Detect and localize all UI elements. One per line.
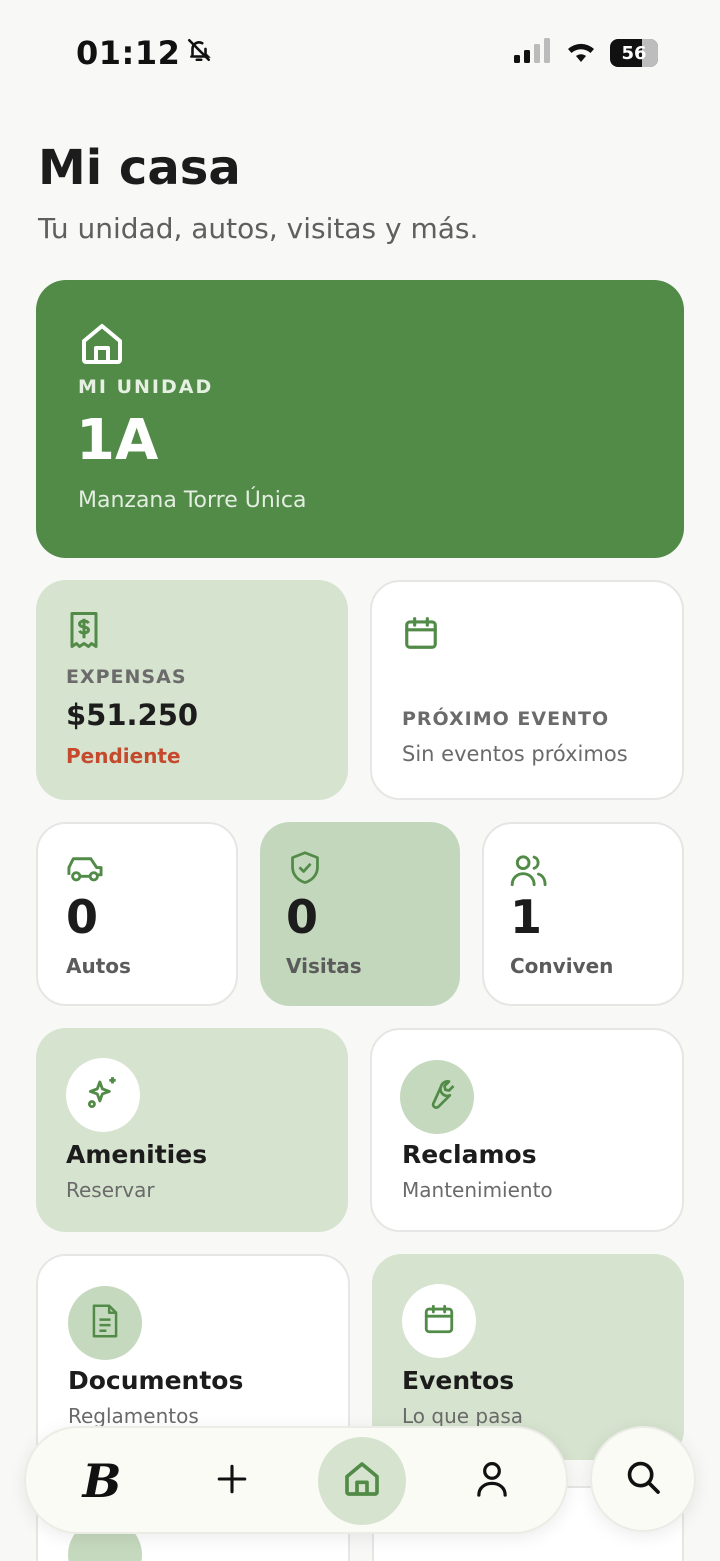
amenities-tile[interactable]: Amenities Reservar: [36, 1028, 348, 1232]
calendar-icon: [402, 614, 440, 656]
visitas-label: Visitas: [286, 954, 362, 978]
conviven-count: 1: [510, 890, 543, 944]
documentos-icon-circle: [68, 1286, 142, 1360]
search-icon: [624, 1458, 662, 1500]
amenities-icon-circle: [66, 1058, 140, 1132]
user-icon: [474, 1460, 510, 1502]
reclamos-tile[interactable]: Reclamos Mantenimiento: [370, 1028, 684, 1232]
shield-check-icon: [288, 850, 322, 890]
bell-off-icon: [186, 34, 212, 72]
unit-number: 1A: [76, 408, 159, 473]
reclamos-subtitle: Mantenimiento: [402, 1178, 553, 1202]
page-subtitle: Tu unidad, autos, visitas y más.: [38, 212, 479, 245]
status-bar-time: 01:12: [76, 34, 212, 72]
eventos-icon-circle: [402, 1284, 476, 1358]
unit-label: MI UNIDAD: [78, 376, 214, 398]
next-event-value: Sin eventos próximos: [402, 742, 628, 766]
wrench-icon: [419, 1077, 455, 1117]
eventos-title: Eventos: [402, 1366, 515, 1395]
receipt-icon: [66, 610, 102, 654]
unit-card[interactable]: MI UNIDAD 1A Manzana Torre Única: [36, 280, 684, 558]
reclamos-title: Reclamos: [402, 1140, 537, 1169]
car-icon: [66, 854, 104, 888]
visitas-card[interactable]: 0 Visitas: [260, 822, 460, 1006]
search-button[interactable]: [590, 1426, 696, 1532]
conviven-card[interactable]: 1 Conviven: [482, 822, 684, 1006]
expensas-amount: $51.250: [66, 698, 199, 732]
sparkles-icon: [84, 1074, 122, 1116]
documentos-title: Documentos: [68, 1366, 244, 1395]
expensas-label: EXPENSAS: [66, 666, 187, 688]
signal-icon: [512, 38, 552, 68]
status-indicators: 56: [512, 38, 658, 68]
amenities-subtitle: Reservar: [66, 1178, 155, 1202]
home-icon: [342, 1459, 382, 1503]
autos-count: 0: [66, 890, 99, 944]
nav-logo-button[interactable]: B: [58, 1437, 146, 1525]
next-event-card[interactable]: PRÓXIMO EVENTO Sin eventos próximos: [370, 580, 684, 800]
expensas-card[interactable]: EXPENSAS $51.250 Pendiente: [36, 580, 348, 800]
nav-profile-button[interactable]: [448, 1437, 536, 1525]
battery-icon: 56: [610, 39, 658, 67]
expensas-status: Pendiente: [66, 744, 181, 768]
plus-icon: [215, 1462, 249, 1500]
bottom-nav: B: [24, 1426, 568, 1534]
next-event-label: PRÓXIMO EVENTO: [402, 708, 610, 730]
users-icon: [510, 852, 548, 892]
eventos-subtitle: Lo que pasa: [402, 1404, 524, 1428]
brand-logo: B: [82, 1454, 122, 1508]
page-title: Mi casa: [38, 140, 241, 196]
time-text: 01:12: [76, 34, 181, 72]
battery-level: 56: [621, 42, 647, 64]
reclamos-icon-circle: [400, 1060, 474, 1134]
home-icon: [78, 320, 126, 372]
visitas-count: 0: [286, 890, 319, 944]
nav-add-button[interactable]: [188, 1437, 276, 1525]
nav-home-button[interactable]: [318, 1437, 406, 1525]
wifi-icon: [564, 38, 598, 68]
unit-location: Manzana Torre Única: [78, 488, 307, 513]
document-icon: [89, 1303, 121, 1343]
autos-label: Autos: [66, 954, 131, 978]
amenities-title: Amenities: [66, 1140, 208, 1169]
conviven-label: Conviven: [510, 954, 614, 978]
autos-card[interactable]: 0 Autos: [36, 822, 238, 1006]
documentos-subtitle: Reglamentos: [68, 1404, 199, 1428]
calendar-icon: [422, 1302, 456, 1340]
